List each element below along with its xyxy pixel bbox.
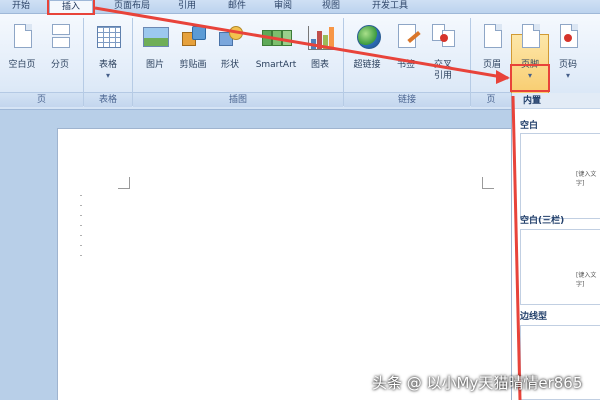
arrowhead-icon [496, 70, 510, 84]
arrow-down-gallery [511, 95, 522, 400]
watermark: 头条 @ 以小My天猫晴情er865 [372, 374, 583, 392]
arrow-insert-to-footer [94, 6, 509, 80]
annotation-arrows [94, 6, 522, 400]
